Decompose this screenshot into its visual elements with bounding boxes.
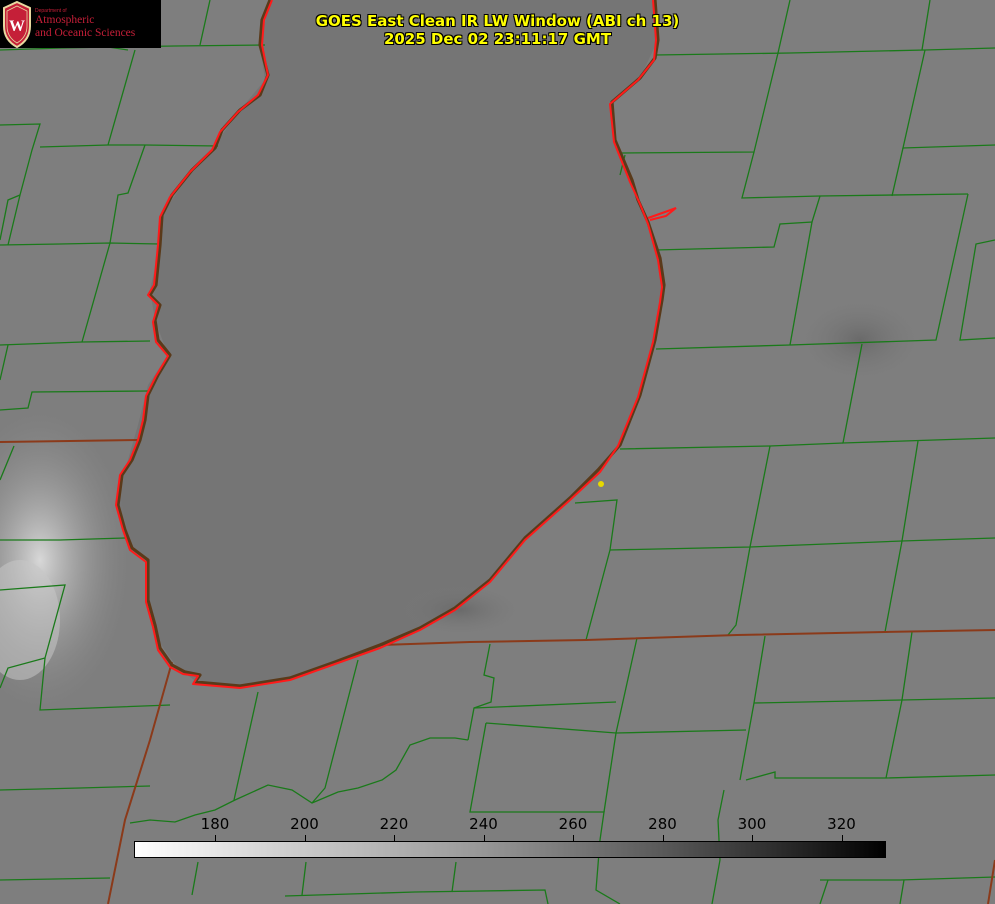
- colorbar-tick-label: 220: [379, 815, 409, 833]
- colorbar-tick-label: 240: [469, 815, 498, 833]
- colorbar-tick-label: 260: [558, 815, 588, 833]
- satellite-map: [0, 0, 995, 904]
- cool-patch: [800, 300, 920, 380]
- colorbar-tick-label: 320: [827, 815, 856, 833]
- colorbar-tick-label: 200: [290, 815, 319, 833]
- location-marker: [598, 481, 604, 487]
- colorbar-tick-label: 180: [200, 815, 230, 833]
- colorbar-tick-label: 280: [648, 815, 677, 833]
- image-title: GOES East Clean IR LW Window (ABI ch 13): [315, 12, 680, 30]
- image-timestamp: 2025 Dec 02 23:11:17 GMT: [383, 30, 612, 48]
- colorbar-tick-label: 300: [737, 815, 767, 833]
- temperature-colorbar: [134, 841, 886, 858]
